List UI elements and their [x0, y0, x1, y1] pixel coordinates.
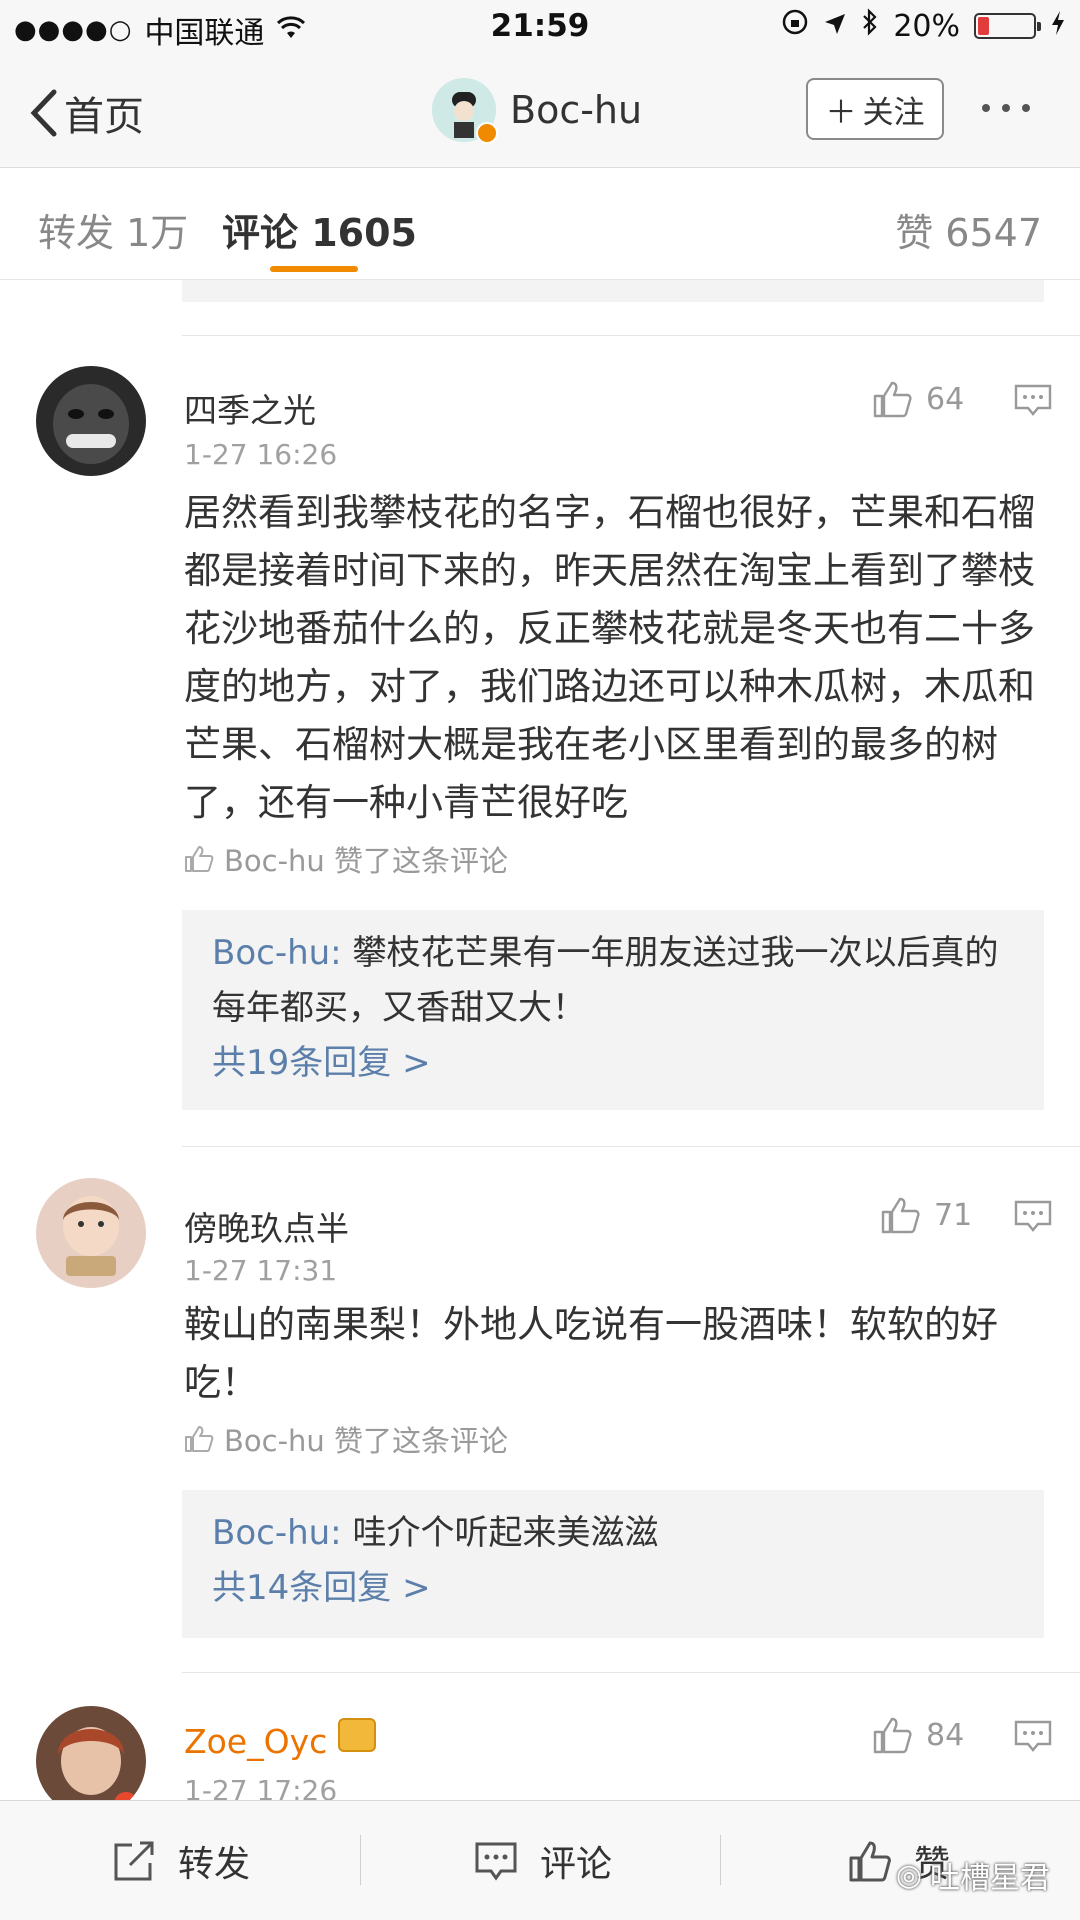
comment-time: 1-27 17:31	[184, 1254, 338, 1287]
page-title: Boc-hu	[510, 88, 643, 132]
avatar[interactable]	[36, 1178, 146, 1288]
share-icon	[114, 1841, 154, 1881]
thumbs-up-small-icon	[185, 846, 214, 872]
separator	[360, 1835, 361, 1885]
thumbs-up-small-icon	[185, 1426, 214, 1452]
tab-active-indicator	[270, 266, 358, 272]
liked-by-text: Boc-hu 赞了这条评论	[224, 1424, 509, 1458]
author-liked-note: Boc-hu 赞了这条评论	[184, 838, 508, 880]
comment-label: 评论	[540, 1844, 613, 1885]
reply-icon[interactable]	[1014, 1720, 1052, 1752]
separator	[720, 1835, 721, 1885]
reply-icon[interactable]	[1014, 1200, 1052, 1232]
wechat-icon: ◎	[895, 1857, 922, 1893]
battery-icon	[974, 13, 1041, 39]
comment-like-button[interactable]: 71	[880, 1196, 972, 1234]
chevron-left-icon	[30, 89, 57, 137]
watermark-text: 吐槽星君	[930, 1861, 1050, 1896]
comment-username[interactable]: 四季之光	[184, 384, 316, 432]
tab-bar: 转发 1万 评论 1605 赞 6547	[0, 168, 1080, 280]
child-avatar-icon	[36, 1178, 146, 1288]
vip-crown-icon	[338, 1718, 376, 1752]
view-replies-link[interactable]: 共14条回复 >	[212, 1561, 1014, 1616]
battery-percent: 20%	[893, 8, 960, 44]
comment-button[interactable]: 评论	[474, 1835, 612, 1887]
rotation-lock-icon	[781, 8, 809, 44]
comment-time: 1-27 16:26	[184, 438, 338, 471]
watermark: ◎ 吐槽星君	[896, 1853, 1050, 1897]
comment-time: 1-27 17:26	[184, 1774, 338, 1800]
comment-text: 居然看到我攀枝花的名字，石榴也很好，芒果和石榴都是接着时间下来的，昨天居然在淘宝…	[184, 491, 1035, 824]
status-bar: ●●●●○ 中国联通 21:59 20%	[0, 0, 1080, 56]
comment-like-button[interactable]: 64	[872, 380, 964, 418]
location-icon	[823, 9, 847, 44]
repost-button[interactable]: 转发	[112, 1835, 250, 1887]
reply-preview[interactable]: Boc-hu: 攀枝花芒果有一年朋友送过我一次以后真的每年都买，又香甜又大！ 共…	[182, 910, 1044, 1110]
follow-button[interactable]: ＋ 关注	[806, 78, 944, 140]
avatar[interactable]	[36, 366, 146, 476]
charging-icon	[1050, 9, 1066, 44]
comment-text: 鞍山的南果梨！外地人吃说有一股酒味！软软的好吃！	[184, 1303, 998, 1404]
avatar[interactable]	[432, 78, 498, 144]
verified-badge-icon	[476, 122, 498, 144]
back-button[interactable]: 首页	[28, 84, 144, 142]
woman-avatar-icon	[36, 1706, 146, 1800]
previous-reply-box	[182, 280, 1044, 302]
divider	[182, 1672, 1080, 1673]
nav-bar: 首页 Boc-hu ＋ 关注	[0, 56, 1080, 168]
comment-username[interactable]: 傍晚玖点半	[184, 1202, 349, 1250]
back-label: 首页	[64, 94, 144, 140]
thumbs-up-icon	[873, 381, 912, 418]
divider	[182, 1146, 1080, 1147]
comment-list[interactable]: 四季之光 1-27 16:26 64 居然看到我攀枝花的名字，石榴也很好，芒果和…	[0, 280, 1080, 1800]
bluetooth-icon	[861, 8, 879, 44]
view-replies-link[interactable]: 共19条回复 >	[212, 1036, 1014, 1091]
thumbs-up-icon	[873, 1717, 912, 1754]
comment-username[interactable]: Zoe_Oyc	[184, 1722, 327, 1761]
profile-header[interactable]: Boc-hu	[432, 78, 643, 144]
follow-label: 关注	[862, 94, 925, 131]
liked-by-text: Boc-hu 赞了这条评论	[224, 844, 509, 878]
divider	[182, 335, 1080, 336]
repost-label: 转发	[178, 1844, 251, 1885]
thumbs-up-icon	[849, 1841, 891, 1882]
more-dot	[1022, 104, 1030, 112]
like-count: 64	[926, 381, 965, 417]
reply-preview[interactable]: Boc-hu: 哇介个听起来美滋滋 共14条回复 >	[182, 1490, 1044, 1638]
avatar[interactable]	[36, 1706, 146, 1800]
more-dot	[982, 104, 990, 112]
reply-icon[interactable]	[1014, 384, 1052, 416]
tab-like[interactable]: 赞 6547	[895, 202, 1042, 257]
thumbs-up-icon	[881, 1197, 920, 1234]
more-options-button[interactable]	[982, 104, 1030, 112]
reply-author[interactable]: Boc-hu:	[212, 933, 342, 973]
tab-repost[interactable]: 转发 1万	[38, 202, 188, 257]
more-dot	[1002, 104, 1010, 112]
comment-like-button[interactable]: 84	[872, 1716, 964, 1754]
bottom-action-bar: 转发 评论 赞 ◎ 吐槽星君	[0, 1800, 1080, 1920]
monkey-avatar-icon	[36, 366, 146, 476]
like-count: 84	[926, 1717, 965, 1753]
comment-icon	[475, 1842, 517, 1881]
plus-icon: ＋	[825, 94, 857, 131]
reply-text: 哇介个听起来美滋滋	[341, 1513, 659, 1553]
like-count: 71	[934, 1197, 973, 1233]
author-liked-note: Boc-hu 赞了这条评论	[184, 1418, 508, 1460]
reply-author[interactable]: Boc-hu:	[212, 1513, 342, 1553]
